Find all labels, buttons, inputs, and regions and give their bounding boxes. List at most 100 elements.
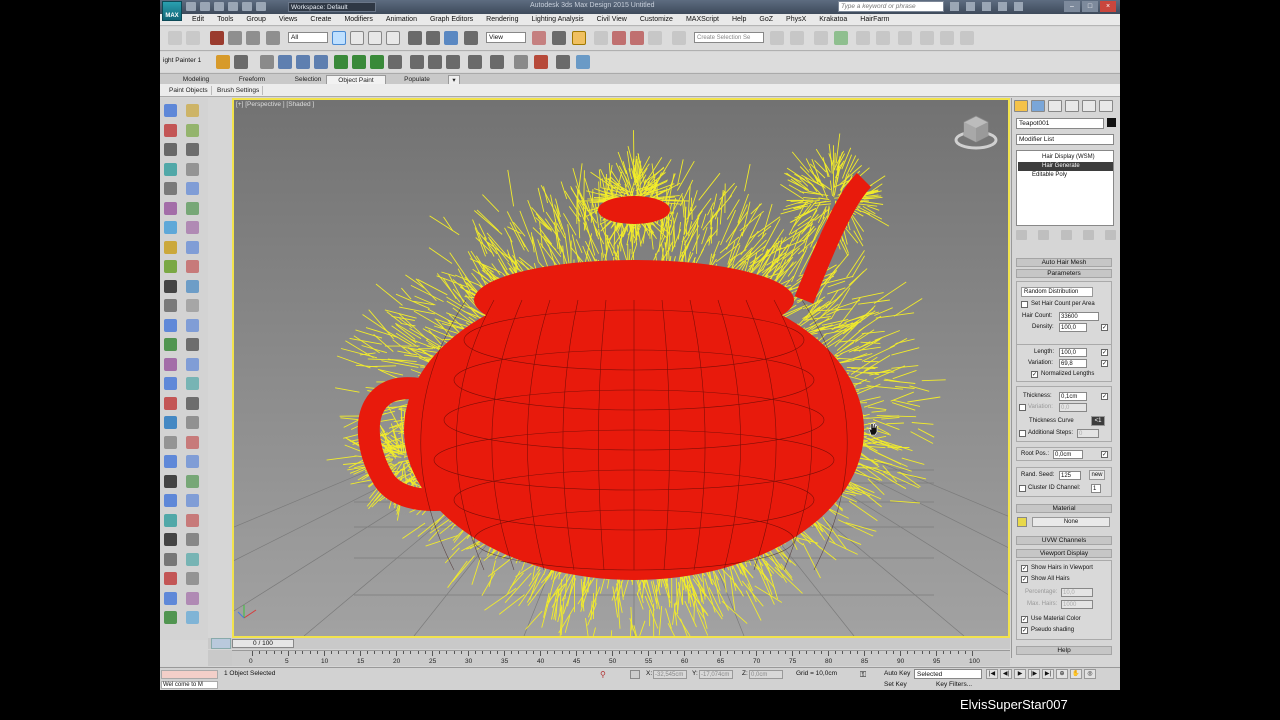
- play-icon[interactable]: ▶: [1014, 669, 1026, 679]
- max-hairs-spinner[interactable]: 1000: [1061, 600, 1093, 609]
- twist-tool-b-icon[interactable]: [186, 455, 199, 468]
- scale-icon[interactable]: [444, 31, 458, 45]
- cloth-tool-b-icon[interactable]: [186, 533, 199, 546]
- motion-tab-icon[interactable]: [1065, 100, 1079, 112]
- rectangular-selection-icon[interactable]: [368, 31, 382, 45]
- material-color-swatch[interactable]: [1017, 517, 1027, 527]
- noise-tool-b-icon[interactable]: [186, 474, 199, 488]
- select-by-name-icon[interactable]: [350, 31, 364, 45]
- maximize-button[interactable]: □: [1082, 1, 1098, 12]
- rotate-icon[interactable]: [426, 31, 440, 45]
- place-icon[interactable]: [464, 31, 478, 45]
- select-object-icon[interactable]: [332, 31, 346, 45]
- panel-paint-objects[interactable]: Paint Objects: [166, 86, 212, 95]
- exchange-icon[interactable]: [998, 2, 1007, 11]
- material-editor-icon[interactable]: [898, 31, 912, 45]
- stack-item-editable-poly[interactable]: Editable Poly: [1018, 171, 1113, 180]
- root-pos-map-checkbox[interactable]: ✓: [1101, 451, 1108, 458]
- track-bar[interactable]: 0 5 10 15 20 25 30 35 40 45 50 55 60 65 70 75 80 85 90 95 10…: [232, 650, 1010, 666]
- additional-steps-checkbox[interactable]: [1019, 430, 1026, 437]
- link-tool-b-icon[interactable]: [186, 162, 199, 176]
- bind-icon[interactable]: [266, 31, 280, 45]
- cluster-spinner[interactable]: 1: [1091, 484, 1101, 493]
- menu-physx[interactable]: PhysX: [786, 16, 806, 23]
- thickness-curve-button[interactable]: <1: [1091, 416, 1105, 426]
- previous-frame-icon[interactable]: ◀|: [1000, 669, 1012, 679]
- curve-tool-b-icon[interactable]: [186, 357, 199, 371]
- brush-tool-a-icon[interactable]: [164, 143, 177, 156]
- panel-brush-settings[interactable]: Brush Settings: [214, 86, 264, 95]
- go-to-end-icon[interactable]: ▶|: [1042, 669, 1054, 679]
- rollout-viewport-display[interactable]: Viewport Display: [1016, 549, 1112, 558]
- selection-filter-dropdown[interactable]: All: [288, 32, 328, 43]
- distribute-icon[interactable]: [576, 55, 590, 69]
- create-tab-icon[interactable]: [1014, 100, 1028, 112]
- render-setup-icon[interactable]: [920, 31, 934, 45]
- subscription-icon[interactable]: [966, 2, 975, 11]
- cloth-tool-a-icon[interactable]: [164, 533, 177, 546]
- reset-icon[interactable]: [490, 55, 504, 69]
- percent-snap-icon[interactable]: [630, 31, 644, 45]
- length-spinner[interactable]: 100,0: [1059, 348, 1087, 357]
- sphere-tool-a-icon[interactable]: [164, 591, 177, 605]
- menu-help[interactable]: Help: [732, 16, 746, 23]
- paint-tool-a-icon[interactable]: [164, 123, 177, 137]
- key-mode-dropdown[interactable]: Selected: [914, 669, 982, 679]
- flex-tool-b-icon[interactable]: [186, 494, 199, 507]
- twist-tool-a-icon[interactable]: [164, 455, 177, 468]
- rand-seed-spinner[interactable]: 125: [1059, 471, 1081, 480]
- tree-tool-a-icon[interactable]: [164, 611, 177, 624]
- modifier-list-dropdown[interactable]: Modifier List: [1016, 134, 1114, 145]
- hair-count-spinner[interactable]: 33600: [1059, 312, 1099, 321]
- menu-views[interactable]: Views: [279, 16, 298, 23]
- scatter-icon[interactable]: [410, 55, 424, 69]
- bend-tool-b-icon[interactable]: [186, 435, 199, 449]
- shape-tool-b-icon[interactable]: [186, 338, 199, 351]
- go-to-start-icon[interactable]: |◀: [986, 669, 998, 679]
- sphere-tool-b-icon[interactable]: [186, 591, 199, 605]
- rollout-material[interactable]: Material: [1016, 504, 1112, 513]
- thickness-variation-spinner[interactable]: 0,0: [1059, 403, 1087, 412]
- grass-tool-b-icon[interactable]: [186, 318, 199, 332]
- menu-rendering[interactable]: Rendering: [486, 16, 518, 23]
- display-tab-icon[interactable]: [1082, 100, 1096, 112]
- link-tool-a-icon[interactable]: [164, 162, 177, 176]
- angle-snap-icon[interactable]: [612, 31, 626, 45]
- pan-icon[interactable]: ✋: [1070, 669, 1082, 679]
- set-hair-count-checkbox[interactable]: [1021, 301, 1028, 308]
- menu-create[interactable]: Create: [310, 16, 331, 23]
- time-slider-thumb[interactable]: 0 / 100: [232, 639, 294, 648]
- spline-tool-b-icon[interactable]: [186, 201, 199, 215]
- mini-curve-editor-button[interactable]: [211, 638, 231, 649]
- variation-spinner[interactable]: 69,8: [1059, 359, 1087, 368]
- object-color-swatch[interactable]: [1107, 118, 1116, 127]
- menu-lighting-analysis[interactable]: Lighting Analysis: [531, 16, 583, 23]
- pin-stack-icon[interactable]: [1016, 230, 1027, 240]
- scale-tool-a-icon[interactable]: [164, 182, 177, 195]
- zoom-extents-icon[interactable]: ⊕: [1056, 669, 1068, 679]
- length-map-checkbox[interactable]: ✓: [1101, 349, 1108, 356]
- shape-tool-a-icon[interactable]: [164, 338, 177, 351]
- teapot-mesh[interactable]: [357, 172, 872, 580]
- menu-graph-editors[interactable]: Graph Editors: [430, 16, 473, 23]
- ripple-tool-a-icon[interactable]: [164, 513, 177, 527]
- menu-edit[interactable]: Edit: [192, 16, 204, 23]
- edit-named-selection-icon[interactable]: [672, 31, 686, 45]
- stack-item-hair-generate[interactable]: Hair Generate: [1018, 162, 1113, 171]
- clip-tool-b-icon[interactable]: [186, 572, 199, 585]
- sun-tool-b-icon[interactable]: [186, 260, 199, 273]
- y-coordinate-field[interactable]: -17,074cm: [699, 670, 733, 679]
- array-icon[interactable]: [514, 55, 528, 69]
- brush-icon[interactable]: [234, 55, 248, 69]
- z-coordinate-field[interactable]: 0,0cm: [749, 670, 783, 679]
- select-tool-a-icon[interactable]: [164, 104, 177, 117]
- hair-icon[interactable]: [314, 55, 328, 69]
- align-icon[interactable]: [790, 31, 804, 45]
- new-icon[interactable]: [186, 2, 196, 11]
- search-input[interactable]: Type a keyword or phrase: [838, 1, 944, 12]
- make-unique-icon[interactable]: [1060, 230, 1072, 240]
- lock-selection-icon[interactable]: ⚲: [600, 670, 610, 679]
- wave-tool-a-icon[interactable]: [164, 416, 177, 429]
- hair-tool-a-icon[interactable]: [164, 299, 177, 312]
- brush-tool-b-icon[interactable]: [186, 143, 199, 156]
